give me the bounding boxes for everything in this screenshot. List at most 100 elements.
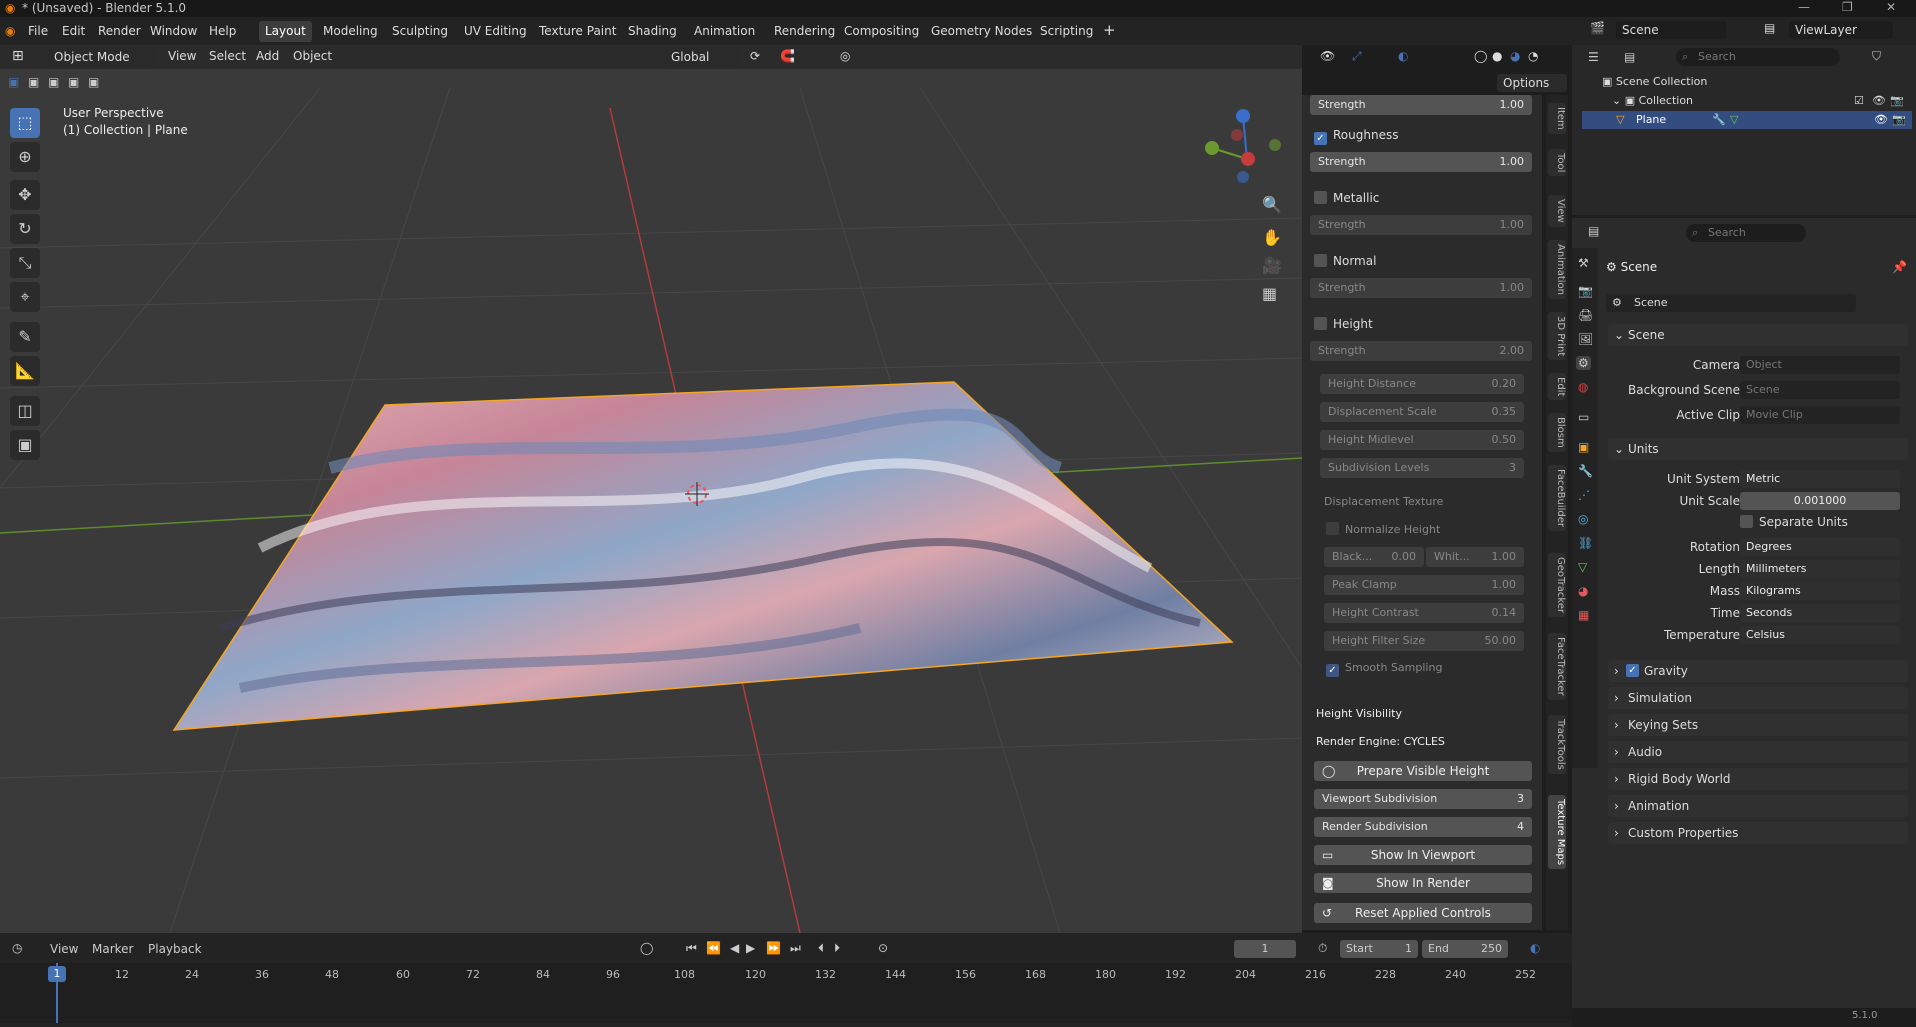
white-field[interactable]: Whit... 1.00: [1426, 547, 1524, 567]
filter-icon[interactable]: ⛉: [1872, 49, 1881, 64]
select-extend-icon[interactable]: ▣: [28, 75, 39, 89]
measure-icon[interactable]: 📐: [10, 356, 40, 386]
tab-modeling[interactable]: Modeling: [317, 21, 384, 42]
cursor-icon[interactable]: ⊕: [10, 142, 40, 172]
view-layer-icon[interactable]: 🖼: [1578, 332, 1593, 346]
unit-system-dropdown[interactable]: Metric: [1740, 470, 1900, 488]
tab-uv-editing[interactable]: UV Editing: [458, 21, 533, 42]
height-contrast-slider[interactable]: Height Contrast 0.14: [1324, 603, 1524, 623]
camera-render-icon[interactable]: 📷: [1892, 111, 1906, 129]
physics-icon[interactable]: ◎: [1578, 512, 1588, 526]
snap-icon[interactable]: 🧲: [780, 49, 795, 63]
move-icon[interactable]: ✥: [10, 180, 40, 210]
outliner-search[interactable]: ⌕ Search: [1676, 48, 1840, 66]
play-reverse-icon[interactable]: ◀: [730, 941, 739, 955]
timeline-menu-playback[interactable]: Playback: [148, 942, 202, 956]
tab-edit[interactable]: Edit: [1548, 373, 1566, 401]
wrench-icon[interactable]: 🔧: [1578, 464, 1593, 478]
strength-slider-top[interactable]: Strength 1.00: [1310, 95, 1532, 115]
scale-icon[interactable]: ⤡: [10, 248, 40, 278]
subdivision-levels-field[interactable]: Subdivision Levels 3: [1320, 458, 1524, 478]
scene-section-header[interactable]: ⌄ Scene: [1608, 324, 1908, 346]
collection-row[interactable]: ⌄ ▣ Collection ☑ 👁 📷: [1612, 94, 1904, 107]
properties-search[interactable]: ⌕ Search: [1686, 224, 1806, 242]
preview-range-icon[interactable]: ⏱: [1318, 941, 1327, 956]
record-icon[interactable]: ◯: [640, 941, 653, 955]
peak-clamp-slider[interactable]: Peak Clamp 1.00: [1324, 575, 1524, 595]
tab-animation[interactable]: Animation: [688, 21, 761, 42]
snapping-icon[interactable]: ◐: [1530, 941, 1540, 955]
render-subdivision-field[interactable]: Render Subdivision 4: [1314, 817, 1532, 837]
texture-icon[interactable]: ▦: [1578, 608, 1589, 622]
metallic-strength-slider[interactable]: Strength 1.00: [1310, 215, 1532, 235]
grid-icon[interactable]: ▦: [1262, 284, 1277, 303]
tab-view[interactable]: View: [1548, 195, 1566, 227]
gravity-section-header[interactable]: › ✓ Gravity: [1608, 660, 1908, 682]
frame-ruler[interactable]: [0, 963, 1572, 1023]
mode-selector[interactable]: Object Mode: [48, 48, 154, 66]
height-filter-size-slider[interactable]: Height Filter Size 50.00: [1324, 631, 1524, 651]
tool-icon[interactable]: ⚒: [1578, 256, 1589, 270]
tab-sculpting[interactable]: Sculpting: [386, 21, 454, 42]
3d-viewport[interactable]: User Perspective (1) Collection | Plane …: [0, 48, 1302, 933]
editor-type-icon[interactable]: ⊞: [12, 48, 24, 64]
object-icon[interactable]: ▣: [1578, 440, 1589, 454]
add-cube-icon[interactable]: ◫: [10, 396, 40, 426]
wireframe-shading-icon[interactable]: ◯: [1474, 49, 1487, 63]
tab-geotracker[interactable]: GeoTracker: [1548, 553, 1566, 618]
length-dropdown[interactable]: Millimeters: [1740, 560, 1900, 578]
camera-render-icon[interactable]: 📷: [1890, 94, 1904, 107]
tab-facetracker[interactable]: FaceTracker: [1548, 633, 1566, 700]
pin-icon[interactable]: 📌: [1892, 260, 1907, 274]
scene-selector[interactable]: Scene: [1616, 21, 1726, 39]
show-in-viewport-button[interactable]: ▭ Show In Viewport: [1314, 845, 1532, 865]
tab-scripting[interactable]: Scripting: [1034, 21, 1099, 42]
height-midlevel-slider[interactable]: Height Midlevel 0.50: [1320, 430, 1524, 450]
next-keyframe-icon[interactable]: ⏵: [834, 941, 840, 956]
viewlayer-icon[interactable]: ▤: [1764, 21, 1775, 35]
simulation-section-header[interactable]: › Simulation: [1608, 687, 1908, 709]
tab-tool[interactable]: Tool: [1548, 149, 1566, 177]
rendered-shading-icon[interactable]: ◔: [1528, 49, 1538, 63]
tab-3d-print[interactable]: 3D Print: [1548, 312, 1566, 361]
render-icon[interactable]: 📷: [1578, 284, 1593, 298]
tab-shading[interactable]: Shading: [622, 21, 683, 42]
tab-item[interactable]: Item: [1548, 103, 1566, 134]
close-icon[interactable]: ✕: [1886, 0, 1896, 14]
separate-units-toggle[interactable]: Separate Units: [1740, 515, 1848, 529]
audio-section-header[interactable]: › Audio: [1608, 741, 1908, 763]
options-dropdown[interactable]: Options: [1497, 74, 1567, 92]
display-mode-icon[interactable]: ▤: [1624, 50, 1635, 64]
animation-section-header[interactable]: › Animation: [1608, 795, 1908, 817]
viewlayer-selector[interactable]: ViewLayer: [1789, 21, 1893, 39]
checkbox-metallic[interactable]: [1314, 191, 1327, 204]
active-clip-field[interactable]: Movie Clip: [1740, 406, 1900, 424]
add-workspace-icon[interactable]: +: [1103, 21, 1116, 39]
rotate-icon[interactable]: ↻: [10, 214, 40, 244]
tab-blosm[interactable]: Blosm: [1548, 413, 1566, 452]
eye-icon[interactable]: 👁: [1872, 94, 1886, 107]
tab-facebuilder[interactable]: FaceBuilder: [1548, 465, 1566, 531]
timeline-editor-icon[interactable]: ◷: [12, 941, 22, 955]
select-subtract-icon[interactable]: ▣: [48, 75, 59, 89]
menu-render[interactable]: Render: [98, 24, 141, 38]
roughness-strength-slider[interactable]: Strength 1.00: [1310, 152, 1532, 172]
checkbox-separate-units[interactable]: [1740, 515, 1753, 528]
tab-geometry-nodes[interactable]: Geometry Nodes: [925, 21, 1038, 42]
tab-rendering[interactable]: Rendering: [768, 21, 841, 42]
jump-end-icon[interactable]: ⏭: [790, 941, 801, 956]
camera-icon[interactable]: 🎥: [1262, 256, 1282, 275]
menu-add[interactable]: Add: [256, 49, 279, 63]
visibility-icon[interactable]: 👁: [1320, 49, 1335, 63]
data-icon[interactable]: ▽: [1578, 560, 1587, 574]
timeline-menu-marker[interactable]: Marker: [92, 942, 133, 956]
checkbox-height[interactable]: [1314, 317, 1327, 330]
particles-icon[interactable]: ⋰: [1578, 488, 1590, 502]
world-icon[interactable]: ◍: [1578, 380, 1588, 394]
current-frame-field[interactable]: 1: [1234, 940, 1296, 958]
background-scene-field[interactable]: Scene: [1740, 381, 1900, 399]
extrude-icon[interactable]: ▣: [10, 430, 40, 460]
smooth-sampling-toggle[interactable]: ✓ Smooth Sampling: [1326, 661, 1442, 677]
auto-key-icon[interactable]: ⊙: [878, 941, 888, 955]
end-frame-field[interactable]: End 250: [1422, 940, 1508, 958]
